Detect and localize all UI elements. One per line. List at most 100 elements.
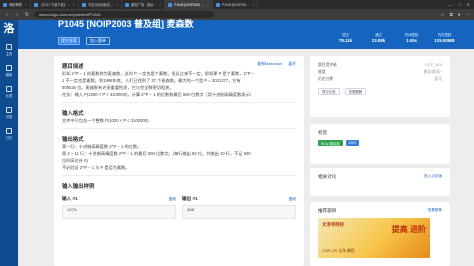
ad-banner[interactable]: 文淳寻网校 提高 进阶 CSP-J/S 全年课程 xyxy=(318,218,430,258)
favicon-icon xyxy=(125,2,130,7)
forward-icon[interactable]: › xyxy=(14,12,20,18)
tag-badge[interactable]: 2003 xyxy=(345,140,359,146)
info-key: 难度 xyxy=(318,70,326,75)
submit-button[interactable]: 提交答案 xyxy=(58,37,80,45)
minimize-icon[interactable]: — xyxy=(448,2,452,7)
stat-submissions: 提交 78.11k xyxy=(329,32,362,43)
sidebar-item-records[interactable]: 记录 xyxy=(6,107,12,119)
divider xyxy=(62,175,296,176)
browser-tab[interactable]: 【2021 下载下载】… × xyxy=(31,0,79,9)
home-icon xyxy=(6,44,12,50)
sample-output-code: 386 xyxy=(182,205,296,219)
enter-discuss-link[interactable]: 进入讨论版 xyxy=(424,174,442,180)
browser-tab-strip: 神帽神帽 × 【2021 下载下载】… × 不定分区间标志… × 图标广场 - 洛谷…… xyxy=(0,0,474,9)
ad-brand: 文淳寻网校 xyxy=(322,222,344,227)
star-icon[interactable]: ☆ xyxy=(441,12,445,18)
sidebar-item-contests[interactable]: 比赛 xyxy=(6,86,12,98)
reload-icon[interactable]: ↻ xyxy=(24,12,30,18)
sidebar-item-label: 主页 xyxy=(5,52,13,56)
info-row-history: 历史分数 暂无 xyxy=(318,76,442,83)
close-tab-icon[interactable]: × xyxy=(73,3,75,7)
profile-icon[interactable]: ● xyxy=(458,12,461,18)
favicon-icon xyxy=(33,2,38,7)
tab-label: P2045 [NOIP200… xyxy=(222,2,250,7)
tag-badge[interactable]: NOIp 普及组 xyxy=(318,140,343,146)
sample-input-label: 输入 #1 xyxy=(62,196,78,201)
divider xyxy=(62,102,296,103)
sample-input-code: 1279 xyxy=(62,205,176,219)
tag-list: NOIp 普及组 2003 xyxy=(318,140,442,146)
stat-value: 23.88k xyxy=(371,38,386,43)
copy-toolbar: 复制Markdown 展开 xyxy=(257,62,296,67)
output-format-line: 第 2 ~ 11 行：十进制高精度数 2^P − 1 的最后 500 位数字。(… xyxy=(62,151,251,156)
section-title-samples: 输入输出样例 xyxy=(62,184,95,190)
browser-tab-active[interactable]: P1045 [NOIP2003 … × xyxy=(165,0,214,9)
chat-icon xyxy=(6,128,12,134)
list-icon xyxy=(6,107,12,113)
info-actions: 提交记录 查看题解 xyxy=(318,87,442,95)
close-tab-icon[interactable]: × xyxy=(159,3,161,7)
sidebar-item-home[interactable]: 主页 xyxy=(5,44,13,56)
info-key: 历史分数 xyxy=(318,77,334,82)
stat-value: 78.11k xyxy=(338,38,353,43)
info-value[interactable]: CCF_NOI xyxy=(425,62,442,69)
tab-label: 【2021 下载下载】… xyxy=(39,3,70,7)
close-tab-icon[interactable]: × xyxy=(116,3,118,7)
tab-label: 图标广场 - 洛谷… xyxy=(131,3,157,7)
copy-output-button[interactable]: 复制 xyxy=(289,197,296,202)
section-title-output: 输出格式 xyxy=(62,137,84,143)
info-value: 普及/提高− xyxy=(423,70,442,75)
problem-title: P1045 [NOIP2003 普及组] 麦森数 xyxy=(58,19,194,29)
tab-label: 不定分区间标志… xyxy=(87,3,114,7)
tags-heading: 标签 xyxy=(318,130,328,135)
trophy-icon xyxy=(6,86,12,92)
close-window-icon[interactable]: ✕ xyxy=(467,2,470,7)
output-format-line: 第一行：十进制高精度数 2^P − 1 的位数。 xyxy=(62,144,142,149)
close-tab-icon[interactable]: × xyxy=(252,3,254,7)
browser-tab[interactable]: P2045 [NOIP200… × xyxy=(213,0,259,9)
extensions-icon[interactable]: ⧉ xyxy=(450,12,453,18)
browser-toolbar-icons: ☆ ⧉ ● ⋯ xyxy=(441,12,470,18)
recommend-card: 推荐题目 查看推荐 文淳寻网校 提高 进阶 CSP-J/S 全年课程 xyxy=(310,202,450,266)
description-line: 1 不一定也是素数。到1998年底，人们已找到了 37 个麦森数。最大的一个是 … xyxy=(62,78,241,83)
sidebar-item-label: 讨论 xyxy=(5,136,13,140)
view-recommend-link[interactable]: 查看推荐 xyxy=(428,208,442,214)
close-tab-icon[interactable]: × xyxy=(207,3,209,7)
submission-records-button[interactable]: 提交记录 xyxy=(318,87,340,95)
stat-time-limit: 时间限制 1.00s xyxy=(395,32,428,43)
description-line: 形如 2^P − 1 的素数称为麦森数，这时 P 一定也是个素数。但反过来不一定… xyxy=(62,71,255,76)
tab-label: 神帽神帽 xyxy=(9,3,22,7)
stat-value: 1.00s xyxy=(406,38,417,43)
site-logo[interactable]: 洛 xyxy=(4,24,15,35)
info-value: 暂无 xyxy=(434,77,442,82)
browser-tab[interactable]: 不定分区间标志… × xyxy=(79,0,123,9)
close-tab-icon[interactable]: × xyxy=(25,3,27,7)
maximize-icon[interactable]: □ xyxy=(458,2,460,7)
input-format-text: 文件中只包含一个整数 P(1000 < P < 3100000) xyxy=(62,118,149,123)
browser-tab[interactable]: 神帽神帽 × xyxy=(0,0,31,9)
sidebar-item-problems[interactable]: 题库 xyxy=(6,65,12,77)
site-sidebar: 洛 主页 题库 比赛 记录 讨论 xyxy=(0,20,18,266)
info-row-difficulty: 难度 普及/提高− xyxy=(318,69,442,76)
add-to-list-button[interactable]: 加入题单 xyxy=(86,37,110,45)
tab-label: P1045 [NOIP2003 … xyxy=(174,2,205,7)
tags-title: 标签 xyxy=(318,130,442,136)
browser-tab[interactable]: 图标广场 - 洛谷… × xyxy=(122,0,166,9)
copy-markdown-button[interactable]: 复制Markdown xyxy=(257,62,282,67)
sample-input: 输入 #1 复制 1279 xyxy=(62,196,176,219)
stat-label: 提交 xyxy=(342,33,349,37)
sidebar-item-discuss[interactable]: 讨论 xyxy=(5,128,13,140)
sample-input-title: 输入 #1 复制 xyxy=(62,196,176,202)
favicon-icon xyxy=(3,2,7,7)
favicon-icon xyxy=(216,2,221,7)
sample-output-title: 输出 #1 复制 xyxy=(182,196,296,202)
back-icon[interactable]: ‹ xyxy=(4,12,10,18)
view-solutions-button[interactable]: 查看题解 xyxy=(344,87,367,95)
sample-output-label: 输出 #1 xyxy=(182,196,198,201)
discuss-title: 相关讨论 进入讨论版 xyxy=(318,174,442,180)
copy-input-button[interactable]: 复制 xyxy=(169,197,176,202)
menu-icon[interactable]: ⋯ xyxy=(466,12,471,18)
expand-button[interactable]: 展开 xyxy=(288,62,296,67)
sample-output: 输出 #1 复制 386 xyxy=(182,196,296,219)
problem-header: P1045 [NOIP2003 普及组] 麦森数 提交答案 加入题单 提交 78.… xyxy=(18,19,474,49)
